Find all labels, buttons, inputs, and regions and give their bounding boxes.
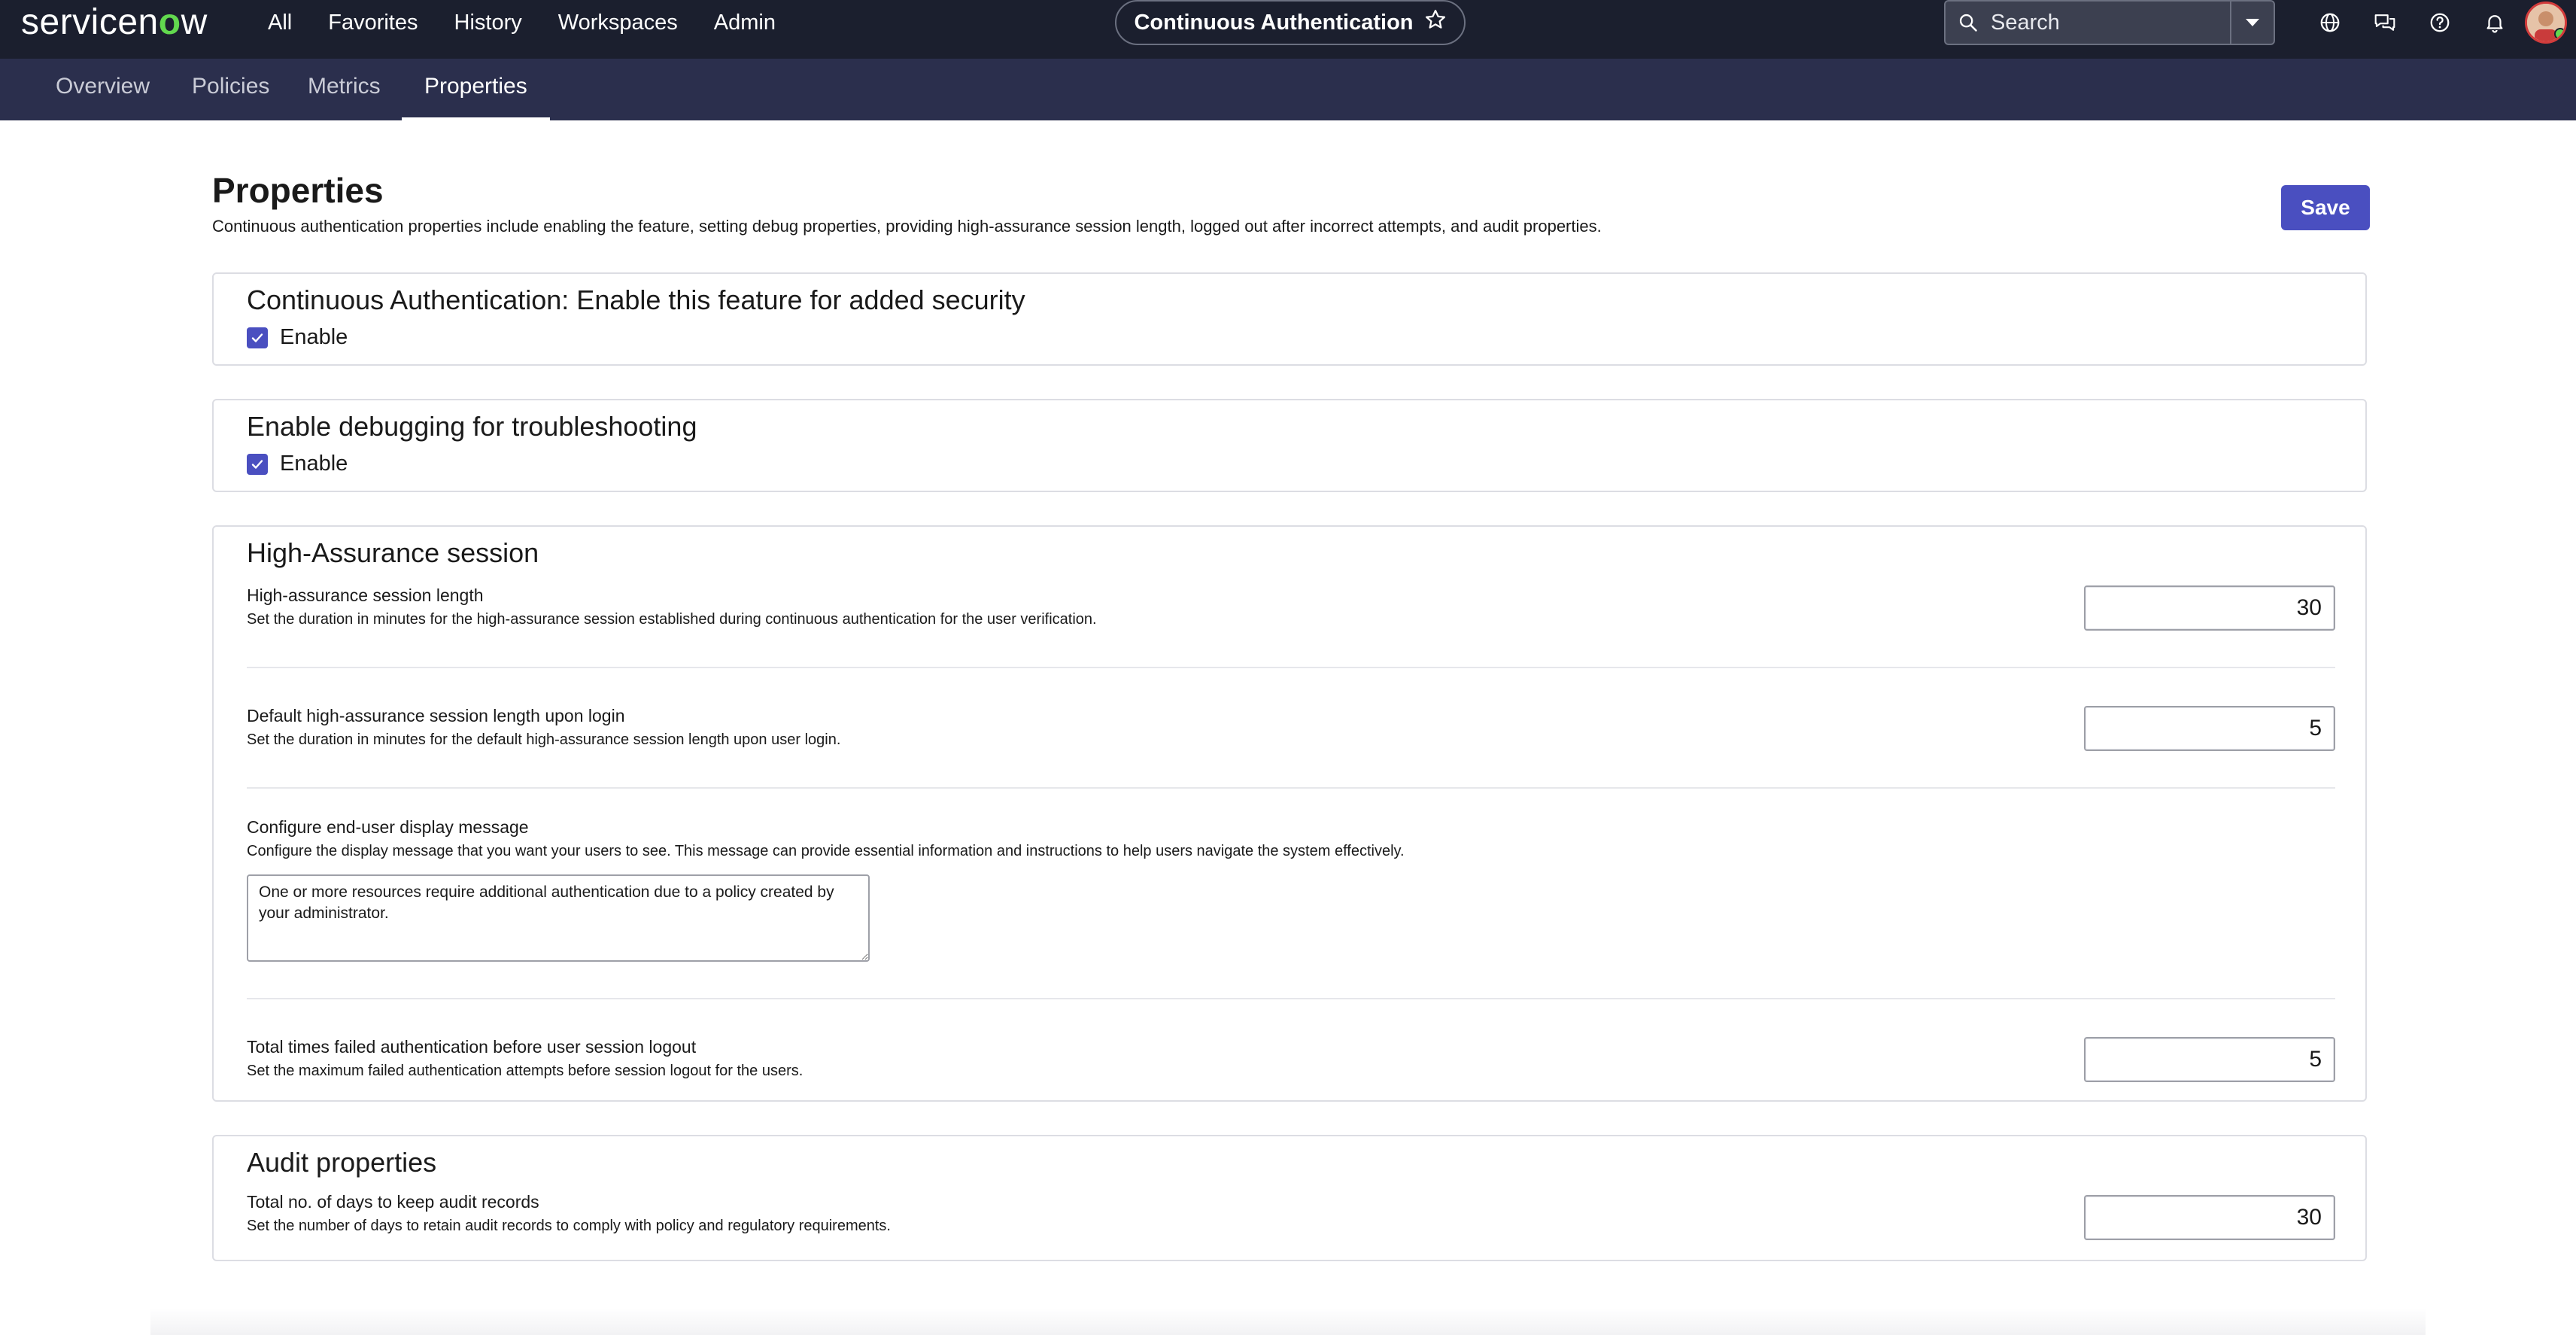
debugging-enable-label: Enable — [280, 452, 348, 476]
audit-properties-card: Audit properties Total no. of days to ke… — [212, 1135, 2367, 1261]
debugging-card: Enable debugging for troubleshooting Ena… — [212, 399, 2367, 492]
continuous-auth-card: Continuous Authentication: Enable this f… — [212, 272, 2367, 366]
chat-icon[interactable] — [2357, 6, 2412, 39]
main-menu: All Favorites History Workspaces Admin — [268, 6, 794, 39]
nav-admin[interactable]: Admin — [696, 6, 794, 39]
continuous-auth-enable-label: Enable — [280, 325, 348, 349]
display-message-help: Configure the display message that you w… — [247, 843, 1405, 859]
audit-properties-title: Audit properties — [247, 1147, 437, 1178]
nav-all[interactable]: All — [268, 6, 310, 39]
page-description: Continuous authentication properties inc… — [212, 217, 1602, 236]
high-assurance-card: High-Assurance session High-assurance se… — [212, 525, 2367, 1102]
nav-favorites[interactable]: Favorites — [310, 6, 436, 39]
top-navigation-bar: servicen o w All Favorites History Workspa… — [0, 0, 2576, 59]
default-length-label: Default high-assurance session length up… — [247, 706, 625, 725]
star-icon[interactable] — [1424, 8, 1447, 37]
checkbox-checked-icon[interactable] — [247, 327, 268, 348]
tab-overview[interactable]: Overview — [56, 59, 150, 120]
failed-attempts-label: Total times failed authentication before… — [247, 1037, 697, 1057]
audit-retention-label: Total no. of days to keep audit records — [247, 1192, 539, 1212]
tab-metrics[interactable]: Metrics — [308, 59, 381, 120]
divider — [247, 998, 2335, 999]
continuous-auth-enable-checkbox[interactable]: Enable — [247, 325, 348, 350]
context-title: Continuous Authentication — [1134, 10, 1414, 35]
servicenow-logo[interactable]: servicen o w — [21, 2, 208, 44]
divider — [247, 787, 2335, 789]
default-length-input[interactable] — [2084, 706, 2335, 751]
audit-retention-input[interactable] — [2084, 1195, 2335, 1240]
header-actions — [2302, 6, 2522, 39]
logo-text-part3: w — [181, 2, 208, 42]
help-icon[interactable] — [2412, 6, 2467, 39]
nav-history[interactable]: History — [436, 6, 540, 39]
high-assurance-title: High-Assurance session — [247, 537, 539, 568]
debugging-title: Enable debugging for troubleshooting — [247, 411, 697, 442]
bell-icon[interactable] — [2467, 6, 2522, 39]
debugging-enable-checkbox[interactable]: Enable — [247, 452, 348, 476]
failed-attempts-input[interactable] — [2084, 1037, 2335, 1082]
global-search — [1944, 0, 2275, 45]
checkbox-checked-icon[interactable] — [247, 453, 268, 475]
tab-properties[interactable]: Properties — [402, 59, 550, 120]
chevron-down-icon — [2246, 19, 2259, 26]
workspace-tabs: Overview Policies Metrics Properties — [0, 59, 2576, 120]
page-bottom-shadow — [150, 1308, 2426, 1335]
divider — [247, 667, 2335, 668]
logo-text-part1: servicen — [21, 2, 159, 42]
session-length-label: High-assurance session length — [247, 585, 484, 605]
session-length-input[interactable] — [2084, 585, 2335, 631]
session-length-help: Set the duration in minutes for the high… — [247, 611, 1097, 628]
nav-workspaces[interactable]: Workspaces — [540, 6, 696, 39]
logo-text-part2: o — [158, 2, 181, 42]
globe-icon[interactable] — [2302, 6, 2357, 39]
continuous-auth-title: Continuous Authentication: Enable this f… — [247, 284, 1025, 315]
page-title: Properties — [212, 171, 384, 210]
display-message-label: Configure end-user display message — [247, 817, 529, 837]
save-button[interactable]: Save — [2281, 185, 2370, 230]
user-avatar[interactable] — [2525, 2, 2567, 44]
search-scope-dropdown[interactable] — [2230, 2, 2274, 44]
failed-attempts-help: Set the maximum failed authentication at… — [247, 1063, 803, 1079]
context-title-pill[interactable]: Continuous Authentication — [1115, 0, 1466, 45]
search-icon — [1946, 2, 1991, 44]
search-input[interactable] — [1991, 10, 2209, 35]
default-length-help: Set the duration in minutes for the defa… — [247, 731, 841, 748]
audit-retention-help: Set the number of days to retain audit r… — [247, 1218, 891, 1234]
tab-policies[interactable]: Policies — [192, 59, 269, 120]
online-status-indicator — [2554, 28, 2565, 40]
display-message-textarea[interactable]: One or more resources require additional… — [247, 874, 870, 962]
